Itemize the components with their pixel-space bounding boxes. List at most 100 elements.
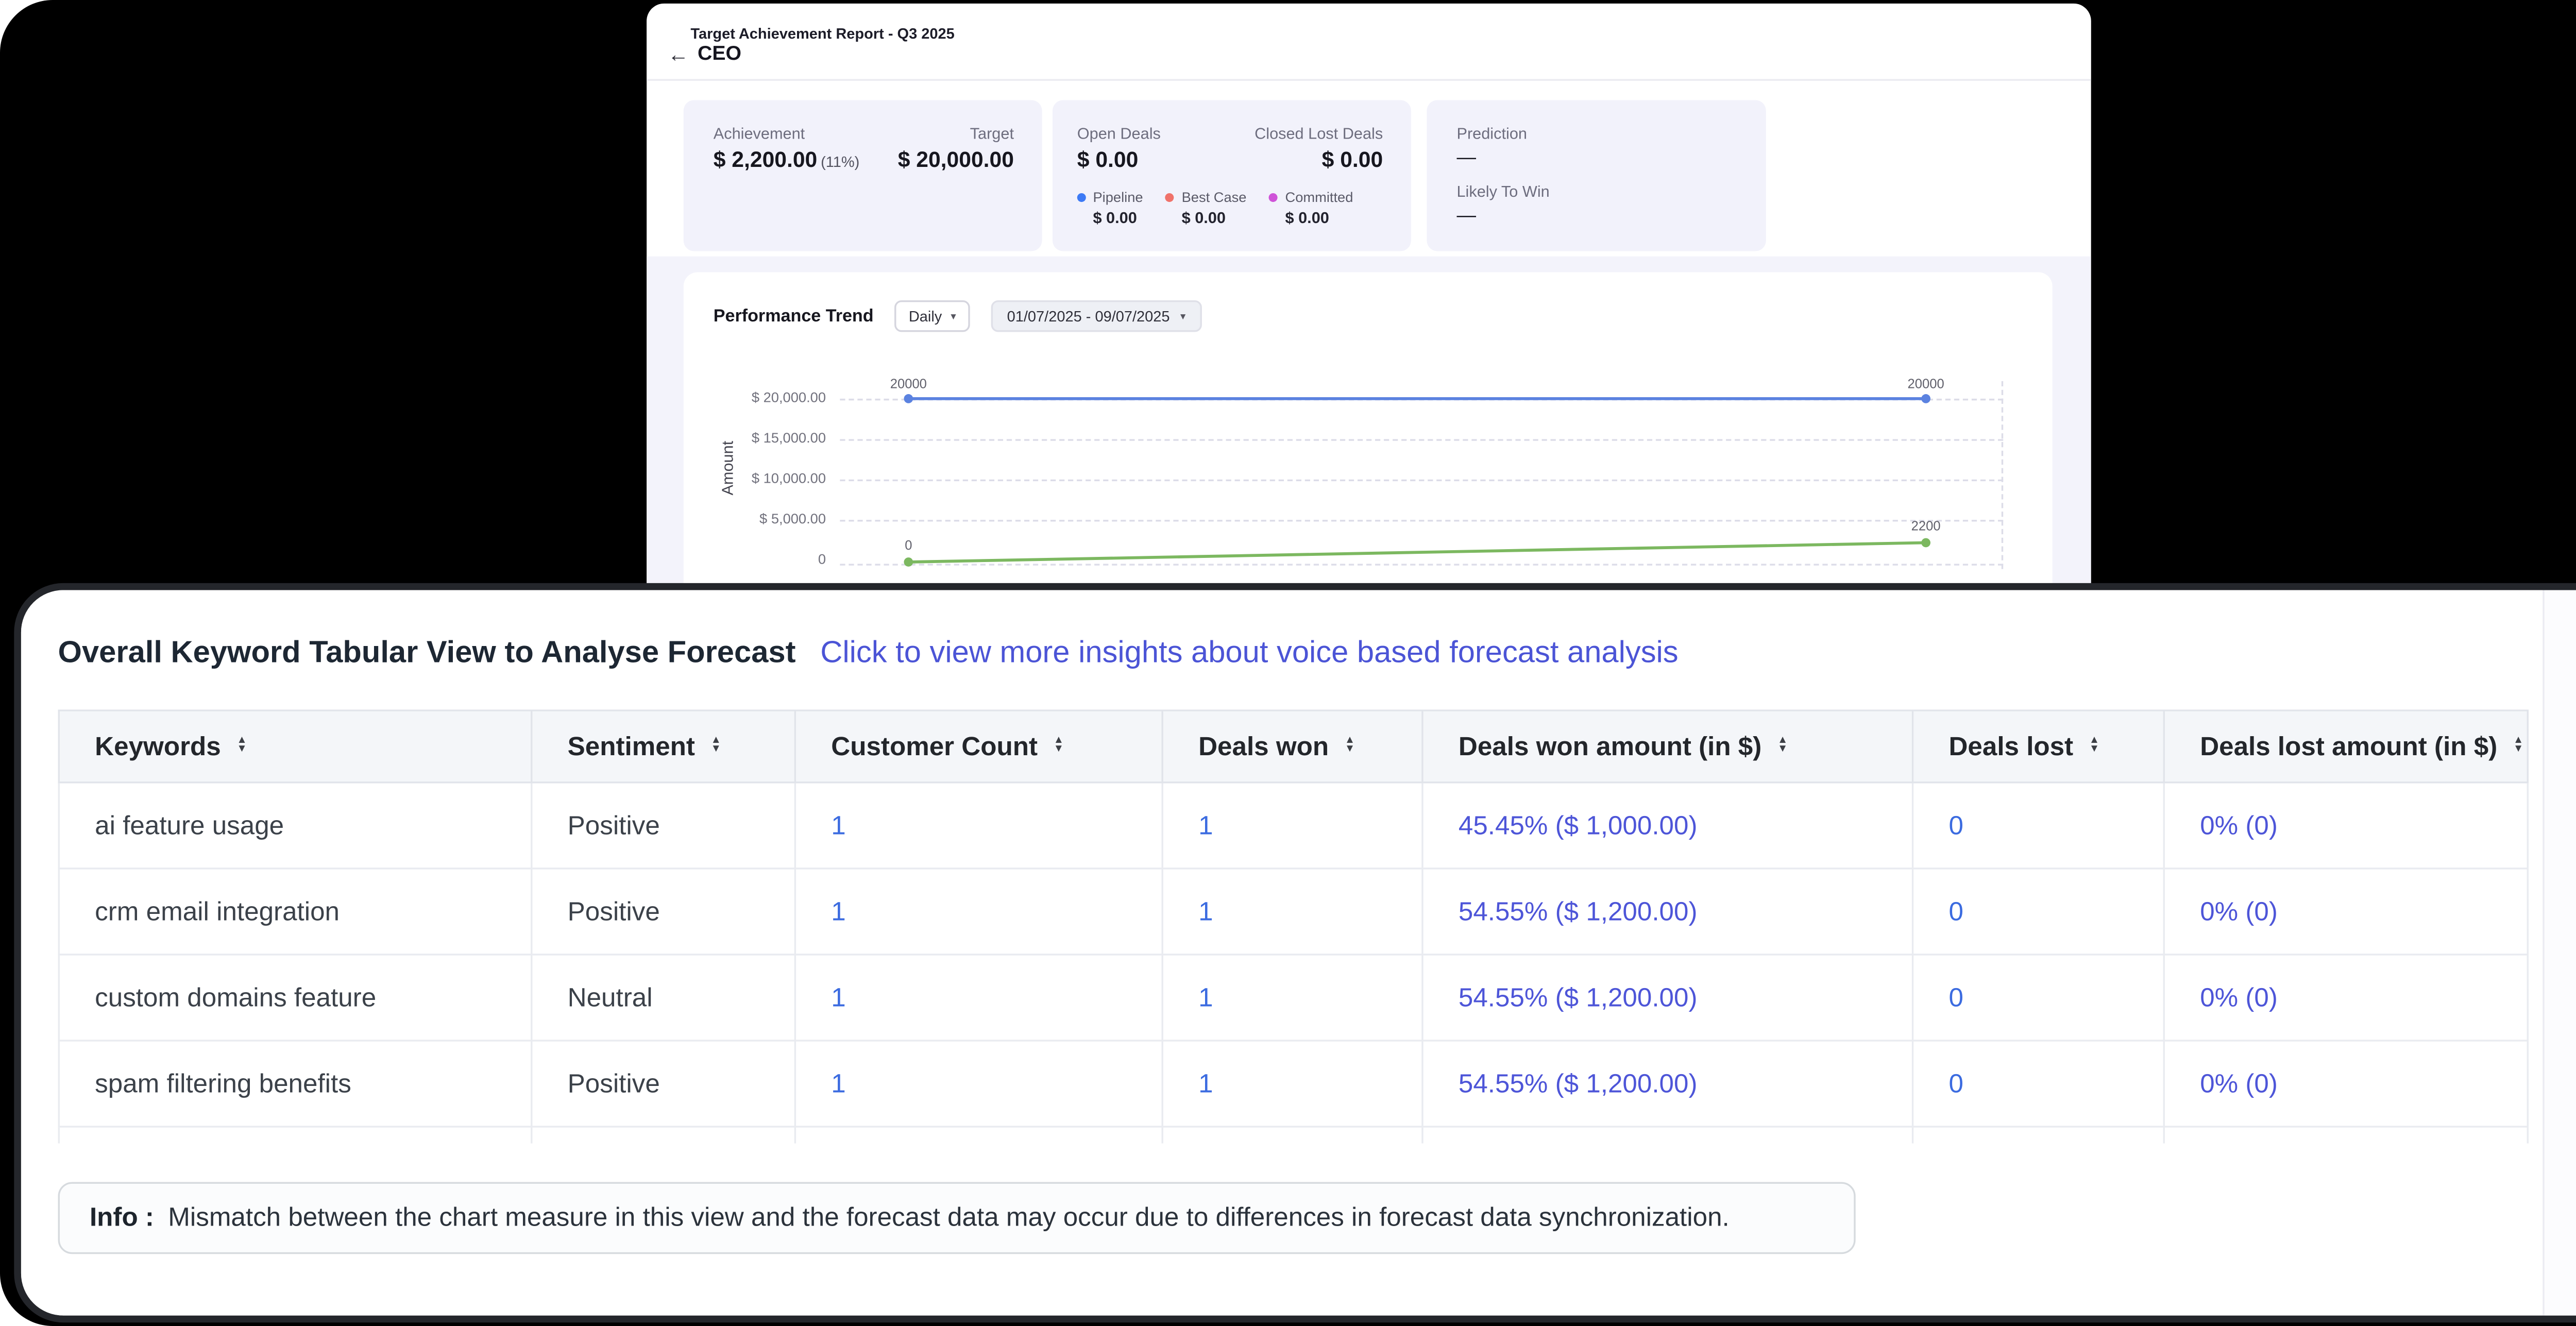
achievement-point [1921,538,1930,548]
legend-item-committed: Committed $ 0.00 [1269,190,1353,227]
best-case-label: Best Case [1182,190,1247,206]
granularity-select[interactable]: Daily▾ [895,300,970,332]
pipeline-value: $ 0.00 [1093,209,1143,227]
cell-sentiment: Neutral [532,955,795,1041]
legend-item-pipeline: Pipeline $ 0.00 [1077,190,1143,227]
cell-deals-won[interactable]: 1 [1162,869,1422,955]
forecast-insights-modal: Overall Keyword Tabular View to Analyse … [14,583,2576,1322]
pipeline-dot-icon [1077,193,1086,202]
sort-icon: ▲▼ [1777,738,1788,755]
cell-deals-won[interactable]: 1 [1162,1041,1422,1127]
insights-link[interactable]: Click to view more insights about voice … [820,634,1678,671]
cell-keyword: custom domains feature [59,955,531,1041]
page-background: Target Achievement Report - Q3 2025 ← CE… [0,0,2576,1326]
scroll-gutter [2543,590,2576,1316]
modal-titlebar: Overall Keyword Tabular View to Analyse … [58,634,2576,671]
col-header-keywords[interactable]: Keywords▲▼ [59,710,531,783]
table-row: spam filtering benefits Positive 1 1 54.… [59,1041,2528,1127]
performance-trend-title: Performance Trend [714,307,874,326]
closed-lost-label: Closed Lost Deals [1255,125,1383,142]
achievement-card: Achievement Target $ 2,200.00(11%) $ 20,… [684,100,1042,251]
target-point [1921,394,1930,403]
date-range-select[interactable]: 01/07/2025 - 09/07/2025▾ [991,300,1201,332]
col-header-deals-lost-amount[interactable]: Deals lost amount (in $)▲▼ [2164,710,2528,783]
stat-cards: Achievement Target $ 2,200.00(11%) $ 20,… [684,100,1766,251]
back-icon[interactable]: ← [668,44,689,65]
cell-sentiment: Positive [532,869,795,955]
cell-customer-count[interactable]: 1 [795,955,1162,1041]
prediction-value: — [1456,147,1738,168]
target-point [904,394,913,403]
col-header-customer-count[interactable]: Customer Count▲▼ [795,710,1162,783]
legend-item-best-case: Best Case $ 0.00 [1166,190,1247,227]
cell-deals-won[interactable]: 1 [1162,783,1422,869]
committed-dot-icon [1269,193,1278,202]
cell-deals-lost[interactable]: 0 [1913,869,2164,955]
col-header-deals-won[interactable]: Deals won▲▼ [1162,710,1422,783]
open-deals-label: Open Deals [1077,125,1161,142]
report-window: Target Achievement Report - Q3 2025 ← CE… [647,4,2091,585]
performance-chart: Performance Trend Daily▾ 01/07/2025 - 09… [684,272,2053,585]
best-case-dot-icon [1166,193,1175,202]
cell-keyword: spam filtering benefits [59,1041,531,1127]
best-case-value: $ 0.00 [1182,209,1247,227]
achievement-percent: (11%) [821,153,859,171]
committed-value: $ 0.00 [1285,209,1353,227]
report-subtitle: CEO [698,44,741,65]
info-text: Mismatch between the chart measure in th… [168,1203,1730,1233]
point-label: 20000 [1908,376,1944,392]
cell-deals-won-amount[interactable]: 45.45% ($ 1,000.00) [1422,783,1913,869]
cell-customer-count[interactable]: 1 [795,1041,1162,1127]
chevron-down-icon: ▾ [1180,310,1185,322]
cell-customer-count[interactable]: 1 [795,869,1162,955]
deals-legend: Pipeline $ 0.00 Best Case $ 0.00 Committ… [1077,190,1383,227]
cell-deals-won-amount[interactable]: 54.55% ($ 1,200.00) [1422,1041,1913,1127]
cell-keyword: crm email integration [59,869,531,955]
y-tick-label: 0 [717,552,826,568]
cell-deals-lost-amount[interactable]: 0% (0) [2164,1041,2528,1127]
info-box: Info : Mismatch between the chart measur… [58,1182,1856,1254]
point-label: 0 [905,537,912,553]
performance-section: Performance Trend Daily▾ 01/07/2025 - 09… [647,257,2091,585]
sort-icon: ▲▼ [2513,738,2523,755]
sort-icon: ▲▼ [1054,738,1064,755]
cell-deals-lost-amount[interactable]: 0% (0) [2164,869,2528,955]
likely-to-win-value: — [1456,206,1738,227]
cell-deals-lost-amount[interactable]: 0% (0) [2164,955,2528,1041]
cell-deals-won[interactable]: 1 [1162,955,1422,1041]
likely-to-win-label: Likely To Win [1456,183,1738,200]
y-tick-label: $ 20,000.00 [717,390,826,406]
cell-customer-count[interactable]: 1 [795,783,1162,869]
achievement-point [904,557,913,567]
cell-deals-won-amount[interactable]: 54.55% ($ 1,200.00) [1422,955,1913,1041]
target-label: Target [970,125,1014,142]
sort-icon: ▲▼ [1345,738,1355,755]
keyword-table: Keywords▲▼ Sentiment▲▼ Customer Count▲▼ … [58,709,2531,1143]
cell-deals-lost[interactable]: 0 [1913,955,2164,1041]
sort-icon: ▲▼ [236,738,247,755]
achievement-line [908,542,1926,562]
table-row-partial [59,1127,2528,1143]
chart-plot-area: 20000 20000 0 2200 [840,381,2003,569]
table-row: custom domains feature Neutral 1 1 54.55… [59,955,2528,1041]
cell-keyword: ai feature usage [59,783,531,869]
prediction-card: Prediction — Likely To Win — [1427,100,1766,251]
col-header-deals-lost[interactable]: Deals lost▲▼ [1913,710,2164,783]
y-tick-label: $ 5,000.00 [717,511,826,527]
committed-label: Committed [1285,190,1353,206]
cell-deals-lost-amount[interactable]: 0% (0) [2164,783,2528,869]
cell-deals-lost[interactable]: 0 [1913,1041,2164,1127]
cell-deals-won-amount[interactable]: 54.55% ($ 1,200.00) [1422,869,1913,955]
modal-title: Overall Keyword Tabular View to Analyse … [58,634,796,671]
col-header-deals-won-amount[interactable]: Deals won amount (in $)▲▼ [1422,710,1913,783]
prediction-label: Prediction [1456,125,1738,142]
cell-deals-lost[interactable]: 0 [1913,783,2164,869]
sort-icon: ▲▼ [2089,738,2099,755]
col-header-sentiment[interactable]: Sentiment▲▼ [532,710,795,783]
deals-card: Open Deals Closed Lost Deals $ 0.00 $ 0.… [1053,100,1411,251]
point-label: 20000 [890,376,927,392]
cell-sentiment: Positive [532,783,795,869]
achievement-value: $ 2,200.00(11%) [714,147,860,172]
chevron-down-icon: ▾ [951,310,956,322]
info-label: Info : [90,1203,154,1233]
